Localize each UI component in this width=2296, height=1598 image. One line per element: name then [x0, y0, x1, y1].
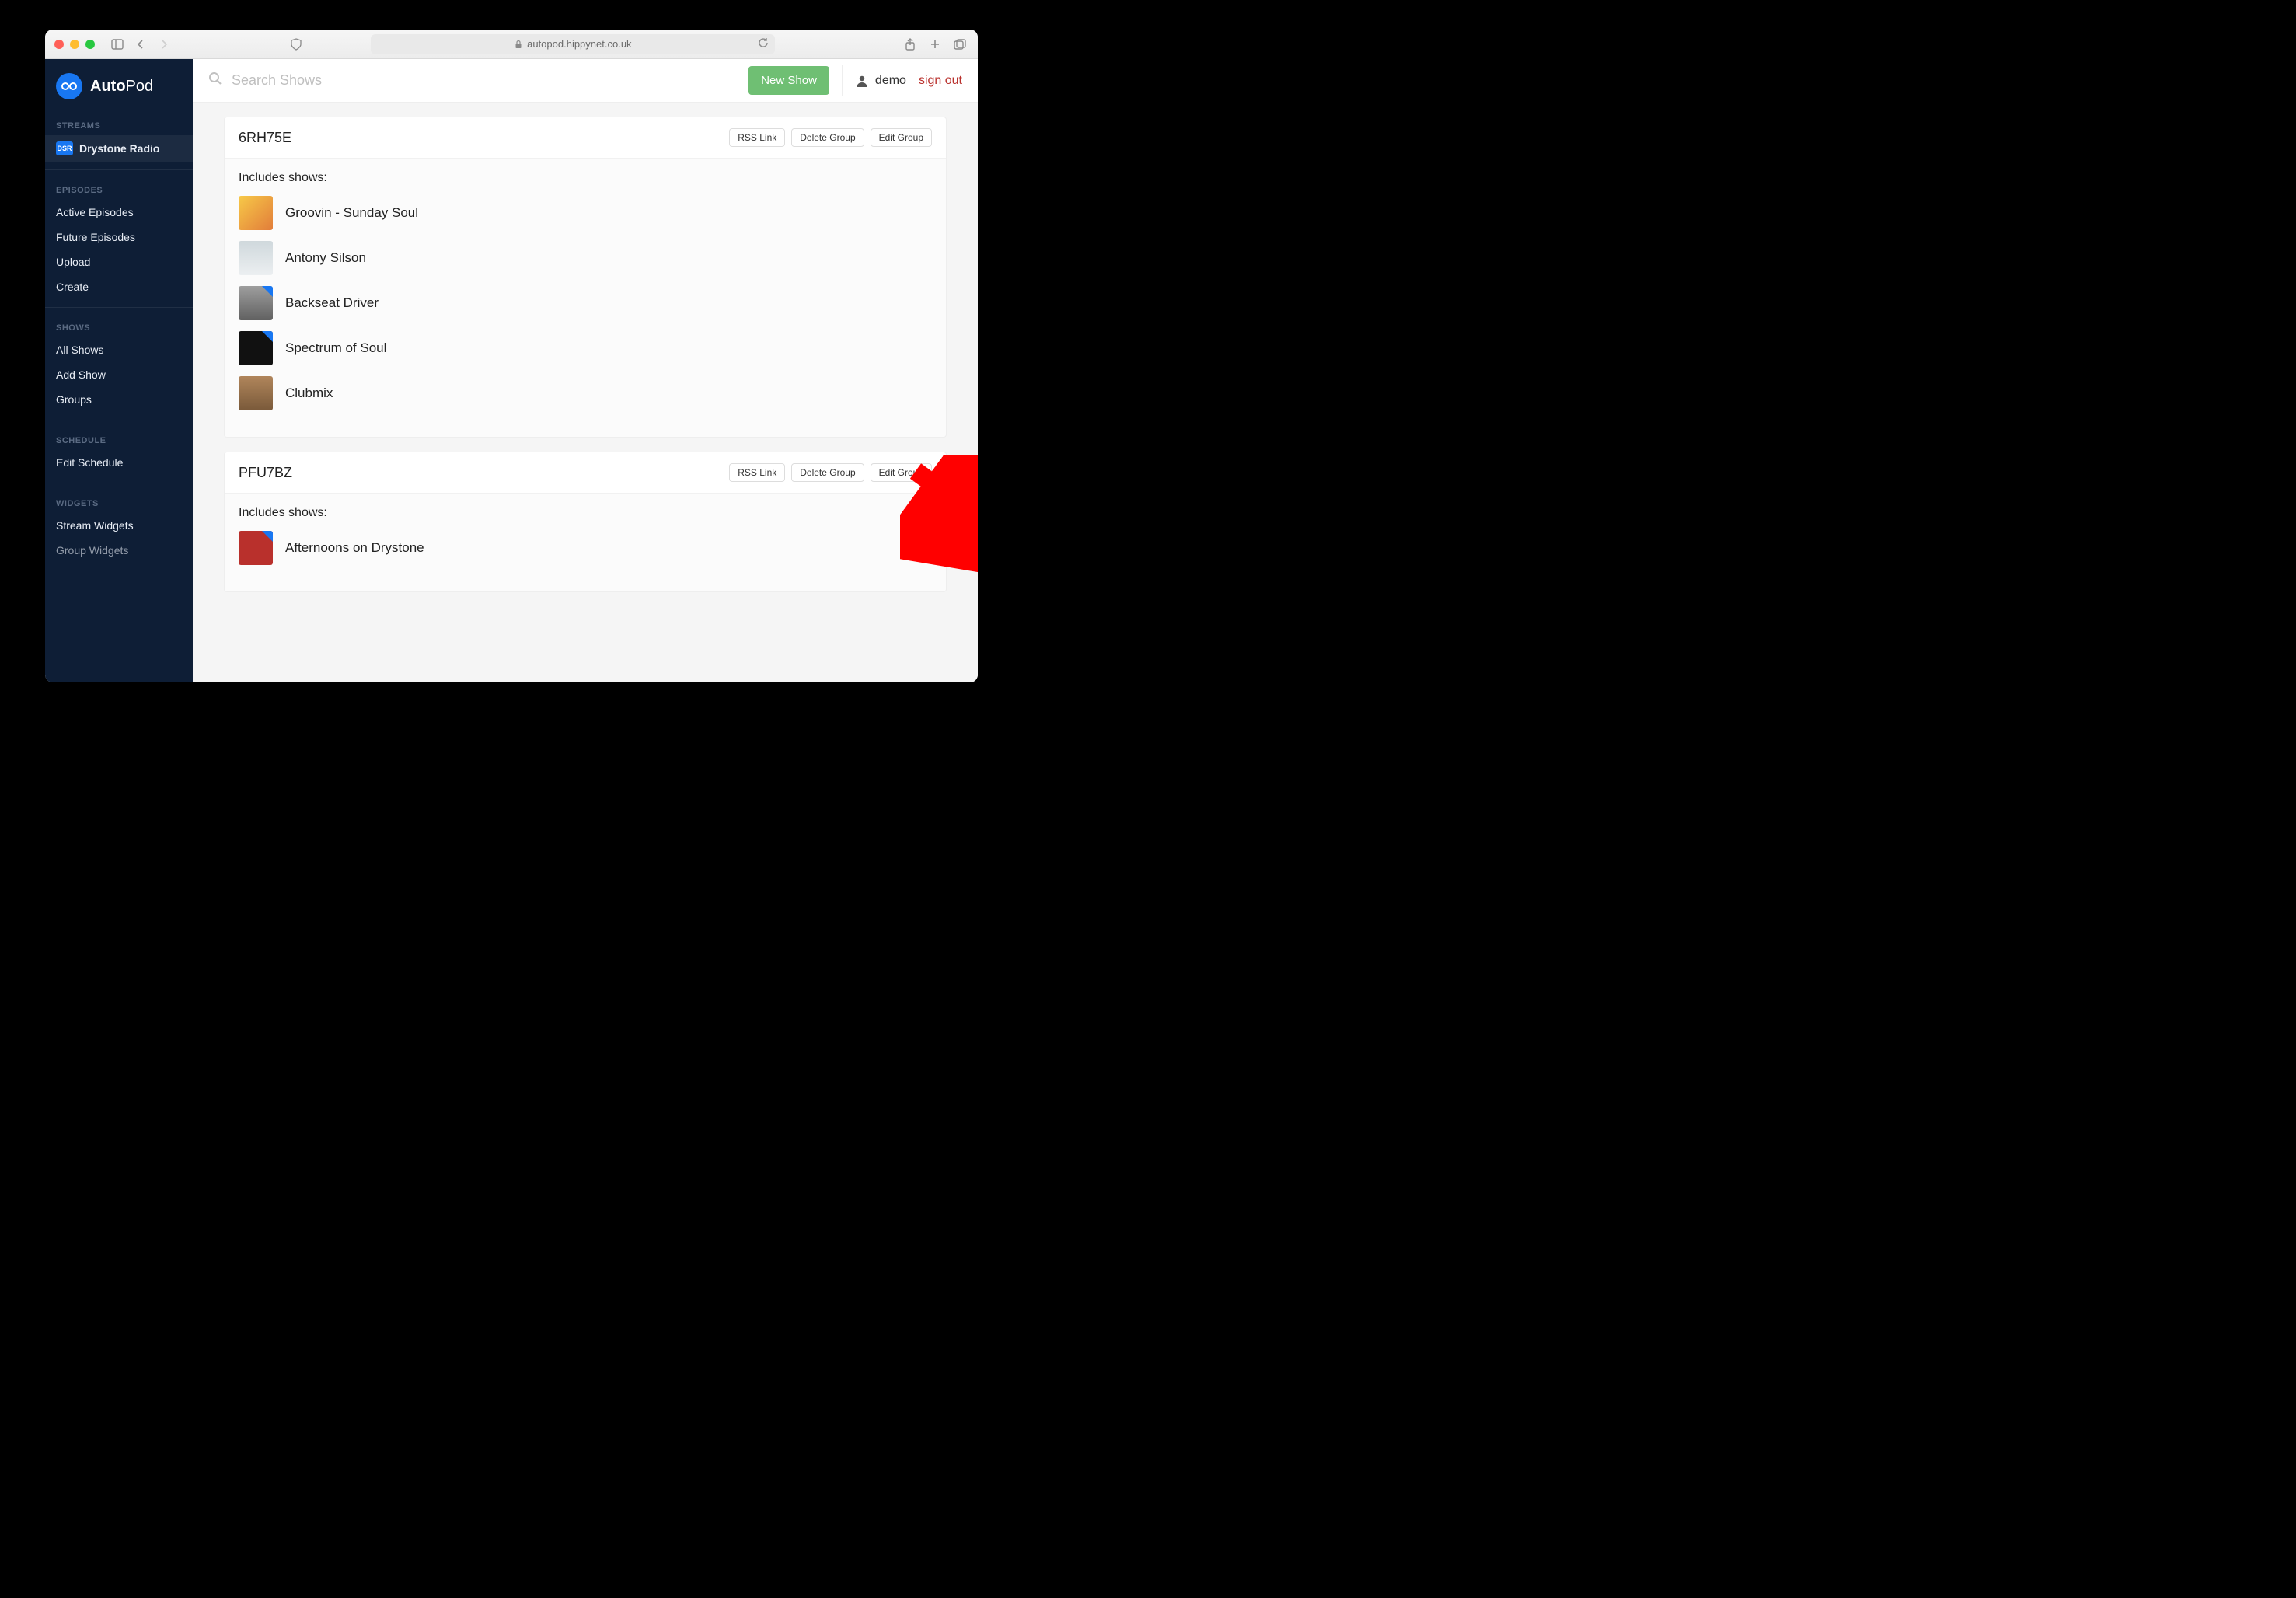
- user-menu[interactable]: demo: [855, 74, 906, 88]
- lock-icon: [515, 40, 522, 49]
- url-text: autopod.hippynet.co.uk: [527, 38, 631, 50]
- show-row[interactable]: Spectrum of Soul: [239, 331, 932, 365]
- divider: [842, 65, 843, 96]
- divider: [45, 169, 193, 170]
- sidebar-toggle-icon[interactable]: [109, 36, 126, 53]
- show-row[interactable]: Antony Silson: [239, 241, 932, 275]
- includes-label: Includes shows:: [239, 171, 932, 185]
- sidebar-item-all-shows[interactable]: All Shows: [45, 337, 193, 362]
- group-actions: RSS Link Delete Group Edit Group: [729, 128, 932, 147]
- share-icon[interactable]: [902, 36, 919, 53]
- show-row[interactable]: Clubmix: [239, 376, 932, 410]
- new-show-button[interactable]: New Show: [748, 66, 829, 95]
- group-title: 6RH75E: [239, 130, 291, 146]
- sidebar-item-drystone-radio[interactable]: DSR Drystone Radio: [45, 135, 193, 162]
- includes-label: Includes shows:: [239, 506, 932, 520]
- url-bar[interactable]: autopod.hippynet.co.uk: [371, 34, 775, 54]
- shield-icon[interactable]: [288, 36, 305, 53]
- rss-link-button[interactable]: RSS Link: [729, 128, 785, 147]
- group-body: Includes shows: Afternoons on Drystone: [225, 494, 946, 591]
- delete-group-button[interactable]: Delete Group: [791, 128, 864, 147]
- stream-chip: DSR: [56, 141, 73, 155]
- edit-group-button[interactable]: Edit Group: [871, 463, 932, 482]
- search-input[interactable]: [232, 72, 736, 89]
- badge-corner-icon: [262, 331, 273, 342]
- sidebar-section-schedule: SCHEDULE: [45, 428, 193, 450]
- nav-forward-button[interactable]: [155, 36, 173, 53]
- search-icon: [208, 72, 222, 89]
- sidebar-section-episodes: EPISODES: [45, 178, 193, 200]
- show-name: Clubmix: [285, 386, 333, 401]
- show-thumbnail: [239, 331, 273, 365]
- sidebar-section-streams: STREAMS: [45, 113, 193, 135]
- sidebar-item-create[interactable]: Create: [45, 274, 193, 299]
- show-thumbnail: [239, 286, 273, 320]
- badge-corner-icon: [262, 286, 273, 297]
- show-name: Antony Silson: [285, 250, 366, 266]
- show-row[interactable]: Afternoons on Drystone: [239, 531, 932, 565]
- sidebar-section-shows: SHOWS: [45, 316, 193, 337]
- badge-corner-icon: [262, 531, 273, 542]
- sidebar-item-edit-schedule[interactable]: Edit Schedule: [45, 450, 193, 475]
- show-thumbnail: [239, 376, 273, 410]
- show-thumbnail: [239, 196, 273, 230]
- app-logo[interactable]: AutoPod: [45, 59, 193, 113]
- app-sidebar: AutoPod STREAMS DSR Drystone Radio EPISO…: [45, 59, 193, 682]
- username: demo: [875, 74, 906, 88]
- new-tab-icon[interactable]: [926, 36, 944, 53]
- sidebar-item-group-widgets[interactable]: Group Widgets: [45, 538, 193, 563]
- sign-out-link[interactable]: sign out: [919, 74, 962, 88]
- show-row[interactable]: Groovin - Sunday Soul: [239, 196, 932, 230]
- sidebar-item-future-episodes[interactable]: Future Episodes: [45, 225, 193, 249]
- main-panel: New Show demo sign out 6RH75E RSS Link Del…: [193, 59, 978, 682]
- show-thumbnail: [239, 531, 273, 565]
- show-thumbnail: [239, 241, 273, 275]
- group-header: PFU7BZ RSS Link Delete Group Edit Group: [225, 452, 946, 494]
- minimize-window-button[interactable]: [70, 40, 79, 49]
- search-wrap: [208, 72, 736, 89]
- group-actions: RSS Link Delete Group Edit Group: [729, 463, 932, 482]
- logo-badge-icon: [56, 73, 82, 99]
- logo-text: AutoPod: [90, 78, 153, 96]
- nav-back-button[interactable]: [132, 36, 149, 53]
- sidebar-item-active-episodes[interactable]: Active Episodes: [45, 200, 193, 225]
- reload-icon[interactable]: [758, 37, 769, 51]
- edit-group-button[interactable]: Edit Group: [871, 128, 932, 147]
- sidebar-item-label: Drystone Radio: [79, 142, 159, 155]
- group-card: 6RH75E RSS Link Delete Group Edit Group Incl…: [224, 117, 947, 438]
- sidebar-item-stream-widgets[interactable]: Stream Widgets: [45, 513, 193, 538]
- divider: [45, 307, 193, 308]
- browser-titlebar: autopod.hippynet.co.uk: [45, 30, 978, 59]
- group-header: 6RH75E RSS Link Delete Group Edit Group: [225, 117, 946, 159]
- group-card: PFU7BZ RSS Link Delete Group Edit Group Incl…: [224, 452, 947, 592]
- rss-link-button[interactable]: RSS Link: [729, 463, 785, 482]
- delete-group-button[interactable]: Delete Group: [791, 463, 864, 482]
- show-name: Backseat Driver: [285, 295, 379, 311]
- sidebar-item-groups[interactable]: Groups: [45, 387, 193, 412]
- show-row[interactable]: Backseat Driver: [239, 286, 932, 320]
- show-name: Groovin - Sunday Soul: [285, 205, 418, 221]
- group-title: PFU7BZ: [239, 465, 292, 481]
- show-name: Afternoons on Drystone: [285, 540, 424, 556]
- app-topbar: New Show demo sign out: [193, 59, 978, 103]
- show-name: Spectrum of Soul: [285, 340, 386, 356]
- sidebar-section-widgets: WIDGETS: [45, 491, 193, 513]
- tabs-overview-icon[interactable]: [951, 36, 968, 53]
- sidebar-item-add-show[interactable]: Add Show: [45, 362, 193, 387]
- window-controls: [54, 40, 95, 49]
- fullscreen-window-button[interactable]: [85, 40, 95, 49]
- close-window-button[interactable]: [54, 40, 64, 49]
- browser-window: autopod.hippynet.co.uk AutoPod: [45, 30, 978, 682]
- group-body: Includes shows: Groovin - Sunday Soul Anto…: [225, 159, 946, 437]
- sidebar-item-upload[interactable]: Upload: [45, 249, 193, 274]
- user-icon: [855, 74, 869, 88]
